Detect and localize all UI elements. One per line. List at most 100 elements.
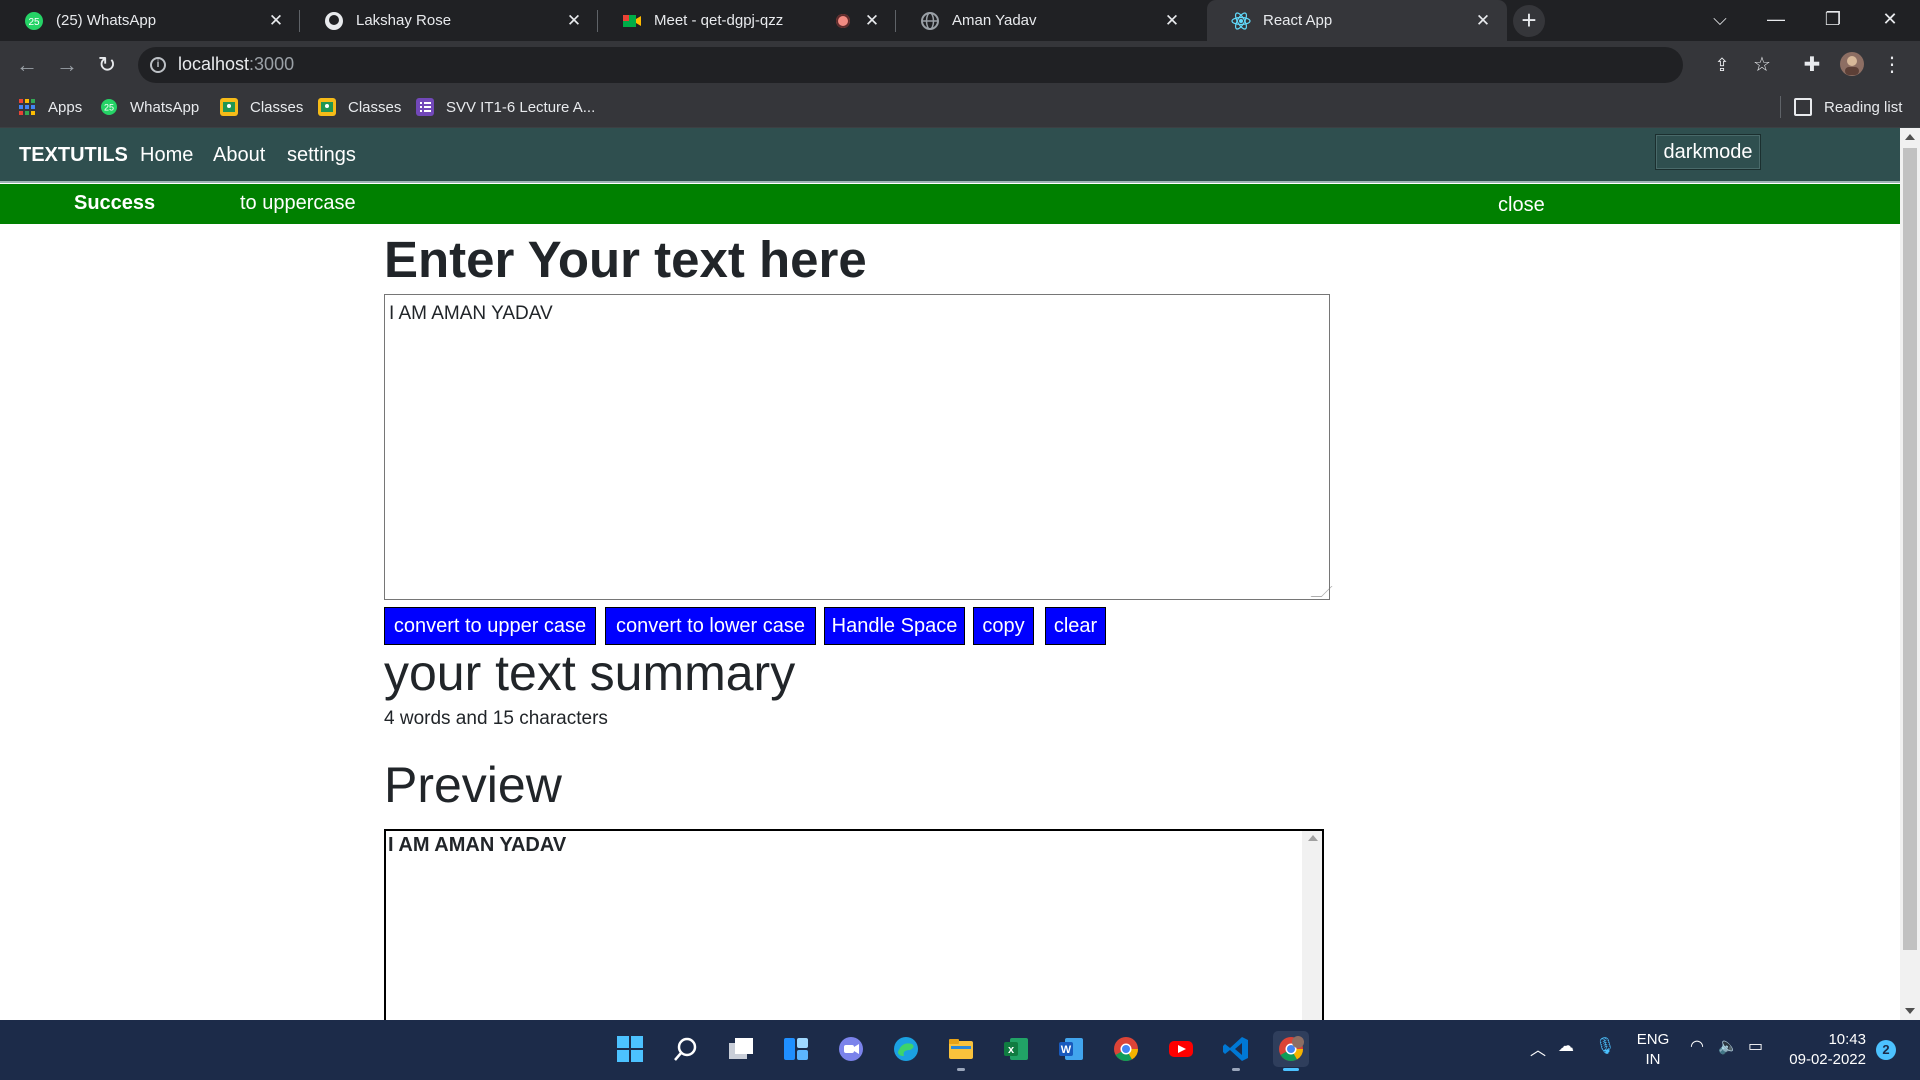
- handle-space-button[interactable]: Handle Space: [824, 607, 965, 645]
- youtube-icon[interactable]: [1163, 1031, 1199, 1067]
- react-icon: [1231, 11, 1251, 31]
- site-info-icon[interactable]: i: [150, 57, 166, 73]
- tab-meet[interactable]: Meet - qet-dgpj-qzz ✕: [598, 0, 896, 41]
- word-icon[interactable]: W: [1053, 1031, 1089, 1067]
- page-scrollbar[interactable]: [1900, 128, 1920, 1020]
- navbar-divider: [0, 181, 1900, 183]
- close-tab-icon[interactable]: ✕: [266, 11, 286, 31]
- share-icon[interactable]: ⇪: [1708, 51, 1736, 79]
- svg-text:25: 25: [104, 103, 114, 113]
- volume-icon[interactable]: 🔈: [1718, 1036, 1738, 1056]
- show-hidden-icons-icon[interactable]: ︿: [1530, 1036, 1546, 1060]
- close-tab-icon[interactable]: ✕: [564, 11, 584, 31]
- battery-icon[interactable]: ▭: [1748, 1036, 1763, 1056]
- tab-lakshay-rose[interactable]: Lakshay Rose ✕: [300, 0, 598, 41]
- brand-logo[interactable]: TEXTUTILS: [19, 144, 128, 167]
- scroll-down-icon[interactable]: [1905, 1008, 1915, 1014]
- chrome-icon[interactable]: [1108, 1031, 1144, 1067]
- nav-home[interactable]: Home: [140, 144, 193, 167]
- bookmark-whatsapp[interactable]: 25 WhatsApp: [100, 95, 199, 119]
- excel-icon[interactable]: x: [998, 1031, 1034, 1067]
- profile-avatar[interactable]: [1838, 51, 1866, 79]
- preview-box: I AM AMAN YADAV: [384, 829, 1324, 1020]
- restore-icon[interactable]: ❐: [1805, 0, 1861, 41]
- tab-whatsapp[interactable]: 25 (25) WhatsApp ✕: [0, 0, 300, 41]
- preview-text: I AM AMAN YADAV: [388, 834, 567, 856]
- tab-title: (25) WhatsApp: [56, 12, 157, 29]
- wifi-icon[interactable]: ◠: [1690, 1036, 1704, 1056]
- close-tab-icon[interactable]: ✕: [1473, 11, 1493, 31]
- tab-search-icon[interactable]: ⌵: [1692, 0, 1748, 41]
- close-tab-icon[interactable]: ✕: [1162, 11, 1182, 31]
- lowercase-button[interactable]: convert to lower case: [605, 607, 816, 645]
- windows-start-icon[interactable]: [612, 1031, 648, 1067]
- tab-title: Aman Yadav: [952, 12, 1037, 29]
- whatsapp-icon: 25: [100, 98, 118, 116]
- scroll-up-icon[interactable]: [1308, 835, 1318, 841]
- tab-title: React App: [1263, 12, 1333, 29]
- preview-scrollbar[interactable]: [1302, 831, 1322, 1020]
- url-text[interactable]: localhost:3000: [178, 54, 294, 75]
- bookmark-classes-2[interactable]: Classes: [318, 95, 401, 119]
- back-icon[interactable]: ←: [12, 50, 42, 80]
- bookmark-label: WhatsApp: [130, 98, 200, 116]
- page-title: Enter Your text here: [384, 231, 867, 288]
- nav-settings[interactable]: settings: [287, 144, 356, 167]
- google-meet-icon: [622, 11, 642, 31]
- notification-badge[interactable]: 2: [1876, 1040, 1896, 1060]
- chrome-menu-icon[interactable]: ⋮: [1878, 51, 1906, 79]
- bookmark-svv-lecture[interactable]: SVV IT1-6 Lecture A...: [416, 95, 595, 119]
- bookmark-label: Classes: [250, 98, 304, 116]
- clear-button[interactable]: clear: [1045, 607, 1106, 645]
- globe-icon: [920, 11, 940, 31]
- address-bar[interactable]: [138, 47, 1683, 83]
- new-tab-button[interactable]: +: [1513, 5, 1545, 37]
- darkmode-button[interactable]: darkmode: [1655, 134, 1761, 170]
- uppercase-button[interactable]: convert to upper case: [384, 607, 596, 645]
- close-tab-icon[interactable]: ✕: [862, 11, 882, 31]
- file-explorer-icon[interactable]: [943, 1031, 979, 1071]
- whatsapp-icon: 25: [24, 11, 44, 31]
- tab-title: Lakshay Rose: [356, 12, 452, 29]
- alert-close-button[interactable]: close: [1498, 194, 1545, 217]
- extensions-icon[interactable]: ✚: [1798, 51, 1826, 79]
- resize-grip-icon[interactable]: [1310, 586, 1333, 597]
- search-icon[interactable]: [668, 1031, 704, 1067]
- summary-text: 4 words and 15 characters: [384, 708, 608, 729]
- reload-icon[interactable]: ↻: [92, 50, 122, 80]
- bookmark-star-icon[interactable]: ☆: [1748, 51, 1776, 79]
- teams-chat-icon[interactable]: [833, 1031, 869, 1067]
- alert-message: to uppercase: [240, 192, 356, 214]
- microphone-icon[interactable]: 🎙: [1595, 1036, 1615, 1056]
- google-classroom-icon: [220, 98, 238, 116]
- chrome-profile-icon[interactable]: [1273, 1031, 1309, 1071]
- tab-title: Meet - qet-dgpj-qzz: [654, 12, 784, 29]
- tab-aman-yadav[interactable]: Aman Yadav ✕: [896, 0, 1196, 41]
- language-indicator[interactable]: ENG IN: [1630, 1030, 1676, 1070]
- svg-text:W: W: [1061, 1044, 1072, 1056]
- summary-heading: your text summary: [384, 645, 796, 701]
- vscode-icon[interactable]: [1218, 1031, 1254, 1071]
- scroll-up-icon[interactable]: [1905, 134, 1915, 140]
- forward-icon[interactable]: →: [52, 50, 82, 80]
- textarea-value: I AM AMAN YADAV: [389, 303, 553, 324]
- onedrive-icon[interactable]: ☁: [1558, 1036, 1574, 1056]
- close-window-icon[interactable]: ✕: [1862, 0, 1918, 41]
- browser-tab-strip: 25 (25) WhatsApp ✕ Lakshay Rose ✕ Meet -…: [0, 0, 1920, 41]
- system-clock[interactable]: 10:43 09-02-2022: [1776, 1030, 1866, 1070]
- tab-react-app[interactable]: React App ✕: [1207, 0, 1507, 41]
- preview-heading: Preview: [384, 757, 562, 813]
- bookmark-classes-1[interactable]: Classes: [220, 95, 303, 119]
- bookmark-apps[interactable]: Apps: [18, 95, 82, 119]
- reading-list-button[interactable]: Reading list: [1794, 95, 1902, 119]
- widgets-icon[interactable]: [778, 1031, 814, 1067]
- bookmark-label: Apps: [48, 98, 83, 116]
- task-view-icon[interactable]: [723, 1031, 759, 1067]
- nav-about[interactable]: About: [213, 144, 265, 167]
- text-input-area[interactable]: I AM AMAN YADAV: [384, 294, 1333, 600]
- scrollbar-thumb[interactable]: [1903, 148, 1917, 950]
- minimize-icon[interactable]: —: [1748, 0, 1804, 41]
- svg-text:x: x: [1008, 1044, 1015, 1056]
- edge-icon[interactable]: [888, 1031, 924, 1067]
- copy-button[interactable]: copy: [973, 607, 1034, 645]
